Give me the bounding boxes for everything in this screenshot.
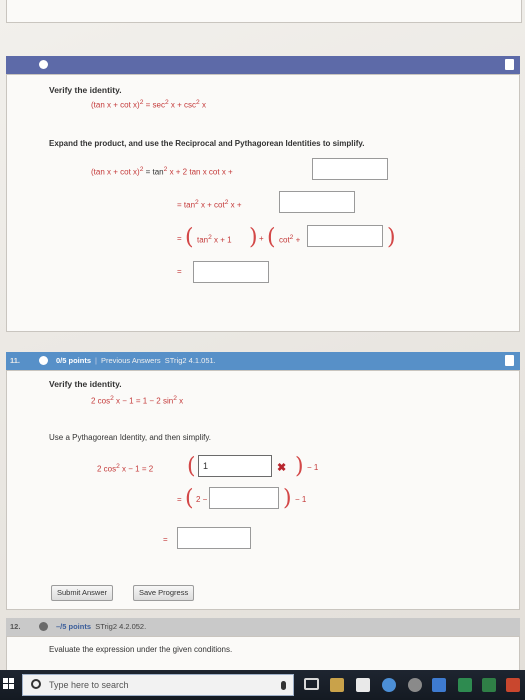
windows-start-icon[interactable]: [3, 678, 15, 690]
identity-statement: 2 cos2 x − 1 = 1 − 2 sin2 x: [91, 395, 184, 406]
expansion-line-3-b: cot2 +: [279, 234, 301, 245]
microphone-icon[interactable]: [281, 681, 286, 690]
question-meta: 0/5 points | Previous Answers STrig2 4.1.0…: [56, 356, 216, 365]
question-status-icon: [39, 356, 48, 365]
save-progress-button[interactable]: Save Progress: [133, 585, 195, 601]
search-icon: [31, 679, 41, 689]
step-line-1-end: − 1: [307, 463, 319, 472]
answer-input-1[interactable]: [312, 158, 388, 180]
step-line-2-a: 2 −: [196, 495, 208, 504]
excel-icon[interactable]: [458, 678, 472, 692]
question-10-card: Verify the identity. (tan x + cot x)2 = …: [6, 74, 520, 332]
question-meta: –/5 points STrig2 4.2.052.: [56, 622, 146, 631]
open-paren: (: [185, 486, 194, 511]
taskbar-search-box[interactable]: Type here to search: [22, 674, 294, 696]
question-number: 11.: [10, 356, 21, 365]
instruction: Expand the product, and use the Reciproc…: [49, 139, 365, 148]
document-icon[interactable]: [505, 59, 514, 70]
browser-icon[interactable]: [382, 678, 396, 692]
expansion-line-4-eq: =: [177, 267, 182, 276]
step-line-3-eq: =: [163, 535, 168, 544]
file-explorer-icon[interactable]: [330, 678, 344, 692]
question-12-header: 12. –/5 points STrig2 4.2.052.: [6, 618, 520, 636]
open-paren: (: [185, 225, 194, 250]
question-11-card: Verify the identity. 2 cos2 x − 1 = 1 − …: [6, 370, 520, 610]
question-number: 12.: [10, 622, 21, 631]
answer-input-1-value: 1: [203, 461, 209, 471]
powerpoint-icon[interactable]: [506, 678, 520, 692]
problem-code: STrig2 4.2.052.: [95, 622, 147, 631]
open-paren: (: [267, 225, 276, 250]
previous-question-card: [6, 0, 522, 23]
question-status-icon: [39, 622, 48, 631]
verify-label: Verify the identity.: [49, 379, 122, 389]
screen: Verify the identity. (tan x + cot x)2 = …: [0, 0, 525, 700]
expansion-line-2: = tan2 x + cot2 x +: [177, 199, 242, 210]
submit-answer-button[interactable]: Submit Answer: [51, 585, 114, 601]
question-12-card: Evaluate the expression under the given …: [6, 636, 520, 671]
xbox-icon[interactable]: [408, 678, 422, 692]
answer-input-3[interactable]: [177, 527, 251, 549]
instruction: Use a Pythagorean Identity, and then sim…: [49, 433, 212, 442]
store-icon[interactable]: [356, 678, 370, 692]
expansion-line-3-eq: =: [177, 234, 182, 243]
step-line-1: 2 cos2 x − 1 = 2: [97, 463, 154, 474]
close-paren: ): [283, 486, 292, 511]
open-paren: (: [187, 454, 196, 479]
question-10-header: [6, 56, 520, 74]
expansion-line-1: (tan x + cot x)2 = tan2 x + 2 tan x cot …: [91, 166, 233, 177]
search-placeholder: Type here to search: [49, 680, 129, 690]
answer-input-1[interactable]: 1: [198, 455, 272, 477]
task-view-icon[interactable]: [304, 678, 319, 690]
incorrect-x-icon: ✖: [277, 462, 287, 474]
answer-input-2[interactable]: [209, 487, 279, 509]
problem-code: STrig2 4.1.051.: [164, 356, 216, 365]
step-line-2-end: − 1: [295, 495, 307, 504]
app-icon[interactable]: [482, 678, 496, 692]
plus-sign: +: [259, 234, 264, 243]
word-icon[interactable]: [432, 678, 446, 692]
verify-label: Verify the identity.: [49, 85, 122, 95]
points-label: –/5 points: [56, 622, 92, 631]
instruction: Evaluate the expression under the given …: [49, 645, 233, 654]
expansion-line-3-a: tan2 x + 1: [197, 234, 232, 245]
answer-input-3[interactable]: [307, 225, 383, 247]
close-paren: ): [295, 454, 304, 479]
question-status-icon: [39, 60, 48, 69]
identity-statement: (tan x + cot x)2 = sec2 x + csc2 x: [91, 99, 206, 110]
close-paren: ): [249, 225, 258, 250]
question-11-header: 11. 0/5 points | Previous Answers STrig2 4…: [6, 352, 520, 370]
close-paren: ): [387, 225, 396, 250]
previous-answers-link[interactable]: Previous Answers: [101, 356, 161, 365]
taskbar: Type here to search: [0, 670, 525, 700]
answer-input-2[interactable]: [279, 191, 355, 213]
points-label: 0/5 points: [56, 356, 92, 365]
answer-input-4[interactable]: [193, 261, 269, 283]
step-line-2-eq: =: [177, 495, 182, 504]
document-icon[interactable]: [505, 355, 514, 366]
